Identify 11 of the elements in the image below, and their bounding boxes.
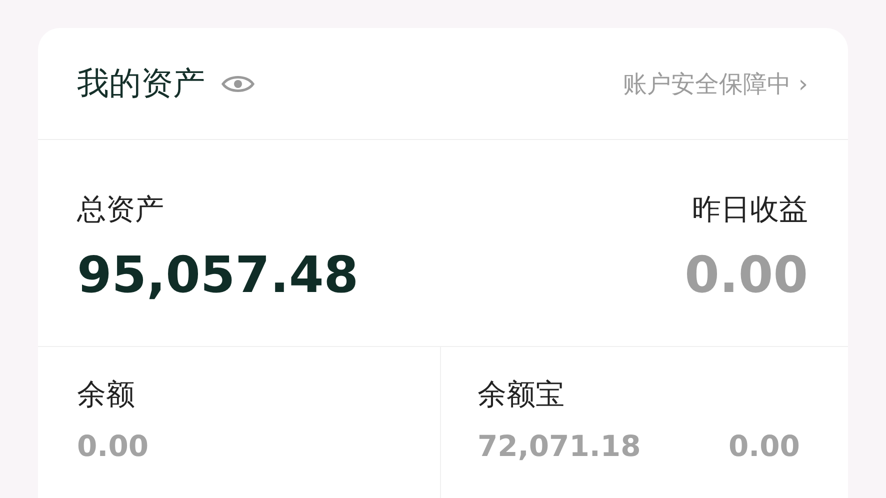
yesterday-earnings-value: 0.00 xyxy=(684,248,808,303)
total-assets-value: 95,057.48 xyxy=(77,248,359,303)
account-value: 0.00 xyxy=(728,429,800,463)
total-assets-label: 总资产 xyxy=(77,191,165,228)
security-link[interactable]: 账户安全保障中 › xyxy=(622,68,808,100)
account-label: 余额宝 xyxy=(478,376,566,413)
account-value: 72,071.18 xyxy=(478,429,641,463)
account-label: 余额 xyxy=(77,376,136,413)
account-value: 0.00 xyxy=(77,429,149,463)
yesterday-earnings-label: 昨日收益 xyxy=(692,191,808,228)
card-title: 我的资产 xyxy=(77,62,205,104)
